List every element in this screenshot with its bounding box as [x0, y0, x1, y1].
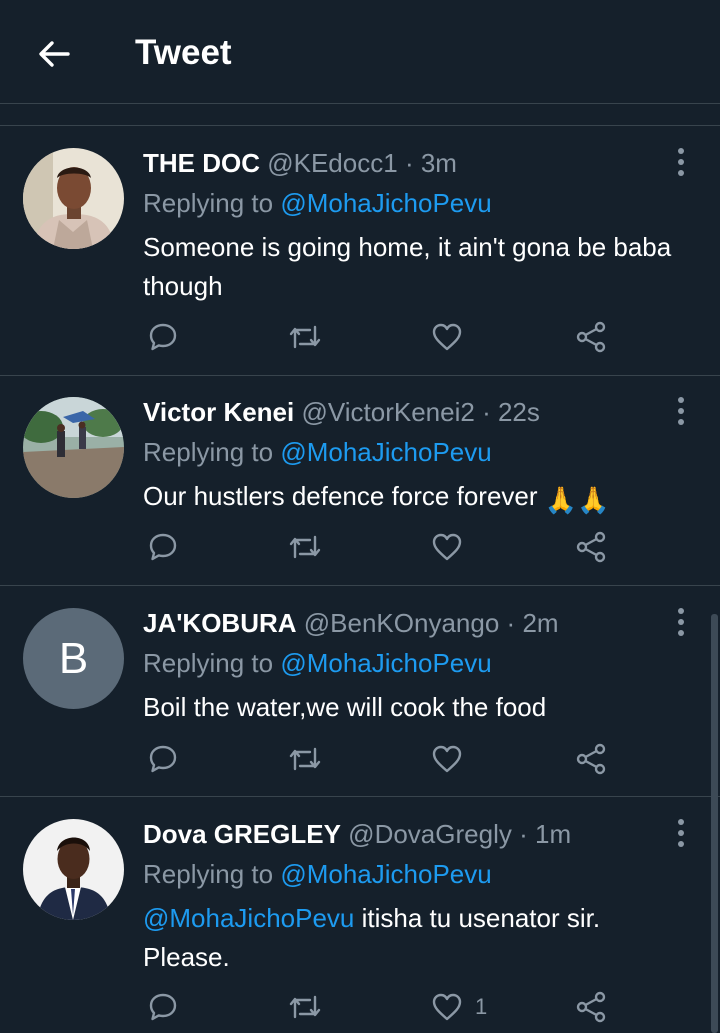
mention-link[interactable]: @MohaJichoPevu — [280, 188, 491, 218]
separator: · — [482, 397, 491, 427]
retweet-button[interactable] — [287, 527, 323, 567]
tweet-text: @MohaJichoPevu itisha tu usenator sir. P… — [143, 899, 683, 977]
reply-tweet[interactable]: Dova GREGLEY @DovaGregly · 1m Replying t… — [0, 797, 720, 1033]
user-handle[interactable]: @DovaGregly — [348, 819, 512, 849]
heart-icon — [432, 993, 462, 1021]
mention-link[interactable]: @MohaJichoPevu — [143, 903, 354, 933]
avatar[interactable] — [23, 819, 124, 920]
tweet-actions — [143, 527, 623, 567]
share-icon — [576, 991, 606, 1023]
more-vertical-icon — [678, 148, 684, 176]
avatar[interactable] — [23, 397, 124, 498]
more-options-button[interactable] — [668, 606, 694, 638]
reply-button[interactable] — [147, 317, 179, 357]
share-button[interactable] — [575, 317, 607, 357]
separator: · — [519, 819, 528, 849]
replying-to-line: Replying to @MohaJichoPevu — [143, 186, 492, 220]
separator: · — [506, 608, 516, 638]
display-name[interactable]: Victor Kenei — [143, 397, 294, 427]
heart-icon — [432, 533, 462, 561]
share-icon — [576, 321, 606, 353]
share-icon — [576, 743, 606, 775]
replying-label: Replying to — [143, 648, 274, 678]
heart-icon — [432, 323, 462, 351]
retweet-button[interactable] — [287, 987, 323, 1027]
comment-icon — [149, 993, 177, 1021]
tweet-header: Dova GREGLEY @DovaGregly · 1m — [143, 817, 571, 851]
retweet-icon — [289, 995, 321, 1019]
like-button[interactable] — [431, 739, 475, 779]
share-button[interactable] — [575, 527, 607, 567]
back-button[interactable] — [34, 34, 74, 74]
tweet-header: Victor Kenei @VictorKenei2 · 22s — [143, 395, 540, 429]
like-button[interactable] — [431, 527, 475, 567]
user-handle[interactable]: @VictorKenei2 — [301, 397, 474, 427]
like-count: 1 — [475, 994, 488, 1019]
like-button[interactable]: 1 — [431, 987, 487, 1027]
more-options-button[interactable] — [668, 817, 694, 849]
share-button[interactable] — [575, 739, 607, 779]
display-name[interactable]: JA'KOBURA — [143, 608, 297, 638]
heart-icon — [432, 745, 462, 773]
tweet-text-body: Our hustlers defence force forever — [143, 481, 538, 511]
comment-icon — [149, 533, 177, 561]
comment-icon — [149, 745, 177, 773]
folded-hands-emoji: 🙏🙏 — [544, 485, 610, 515]
separator: · — [404, 148, 414, 178]
timestamp[interactable]: 3m — [421, 148, 457, 178]
retweet-icon — [289, 747, 321, 771]
replying-label: Replying to — [143, 437, 274, 467]
top-bar: Tweet — [0, 0, 720, 104]
share-button[interactable] — [575, 987, 607, 1027]
avatar[interactable]: B — [23, 608, 124, 709]
more-vertical-icon — [678, 819, 684, 847]
mention-link[interactable]: @MohaJichoPevu — [280, 437, 491, 467]
reply-button[interactable] — [147, 987, 179, 1027]
tweet-actions — [143, 739, 623, 779]
tweet-actions — [143, 317, 623, 357]
timestamp[interactable]: 1m — [535, 819, 571, 849]
display-name[interactable]: THE DOC — [143, 148, 260, 178]
replying-label: Replying to — [143, 859, 274, 889]
mention-link[interactable]: @MohaJichoPevu — [280, 648, 491, 678]
replying-to-line: Replying to @MohaJichoPevu — [143, 435, 492, 469]
tweet-text: Someone is going home, it ain't gona be … — [143, 232, 672, 301]
retweet-button[interactable] — [287, 739, 323, 779]
retweet-button[interactable] — [287, 317, 323, 357]
tweet-text: Our hustlers defence force forever 🙏🙏 — [143, 477, 683, 520]
timestamp[interactable]: 2m — [522, 608, 558, 638]
reply-button[interactable] — [147, 527, 179, 567]
scrollbar[interactable] — [711, 614, 718, 1033]
tweet-text: Boil the water,we will cook the food — [143, 692, 547, 722]
user-handle[interactable]: @KEdocc1 — [267, 148, 397, 178]
avatar[interactable] — [23, 148, 124, 249]
retweet-icon — [289, 535, 321, 559]
reply-button[interactable] — [147, 739, 179, 779]
like-button[interactable] — [431, 317, 475, 357]
tweet-header: JA'KOBURA @BenKOnyango · 2m — [143, 606, 559, 640]
timestamp[interactable]: 22s — [498, 397, 540, 427]
user-handle[interactable]: @BenKOnyango — [304, 608, 500, 638]
more-vertical-icon — [678, 608, 684, 636]
more-vertical-icon — [678, 397, 684, 425]
replying-to-line: Replying to @MohaJichoPevu — [143, 646, 492, 680]
comment-icon — [149, 323, 177, 351]
page-title: Tweet — [135, 33, 232, 72]
share-icon — [576, 531, 606, 563]
more-options-button[interactable] — [668, 395, 694, 427]
reply-tweet[interactable]: Victor Kenei @VictorKenei2 · 22s Replyin… — [0, 375, 720, 586]
replying-label: Replying to — [143, 188, 274, 218]
reply-tweet[interactable]: B JA'KOBURA @BenKOnyango · 2m Replying t… — [0, 586, 720, 797]
arrow-left-icon — [39, 41, 70, 67]
tweet-actions: 1 — [143, 987, 623, 1027]
replying-to-line: Replying to @MohaJichoPevu — [143, 857, 492, 891]
tweet-header: THE DOC @KEdocc1 · 3m — [143, 146, 457, 180]
more-options-button[interactable] — [668, 146, 694, 178]
display-name[interactable]: Dova GREGLEY — [143, 819, 341, 849]
retweet-icon — [289, 325, 321, 349]
reply-tweet[interactable]: THE DOC @KEdocc1 · 3m Replying to @MohaJ… — [0, 126, 720, 376]
mention-link[interactable]: @MohaJichoPevu — [280, 859, 491, 889]
